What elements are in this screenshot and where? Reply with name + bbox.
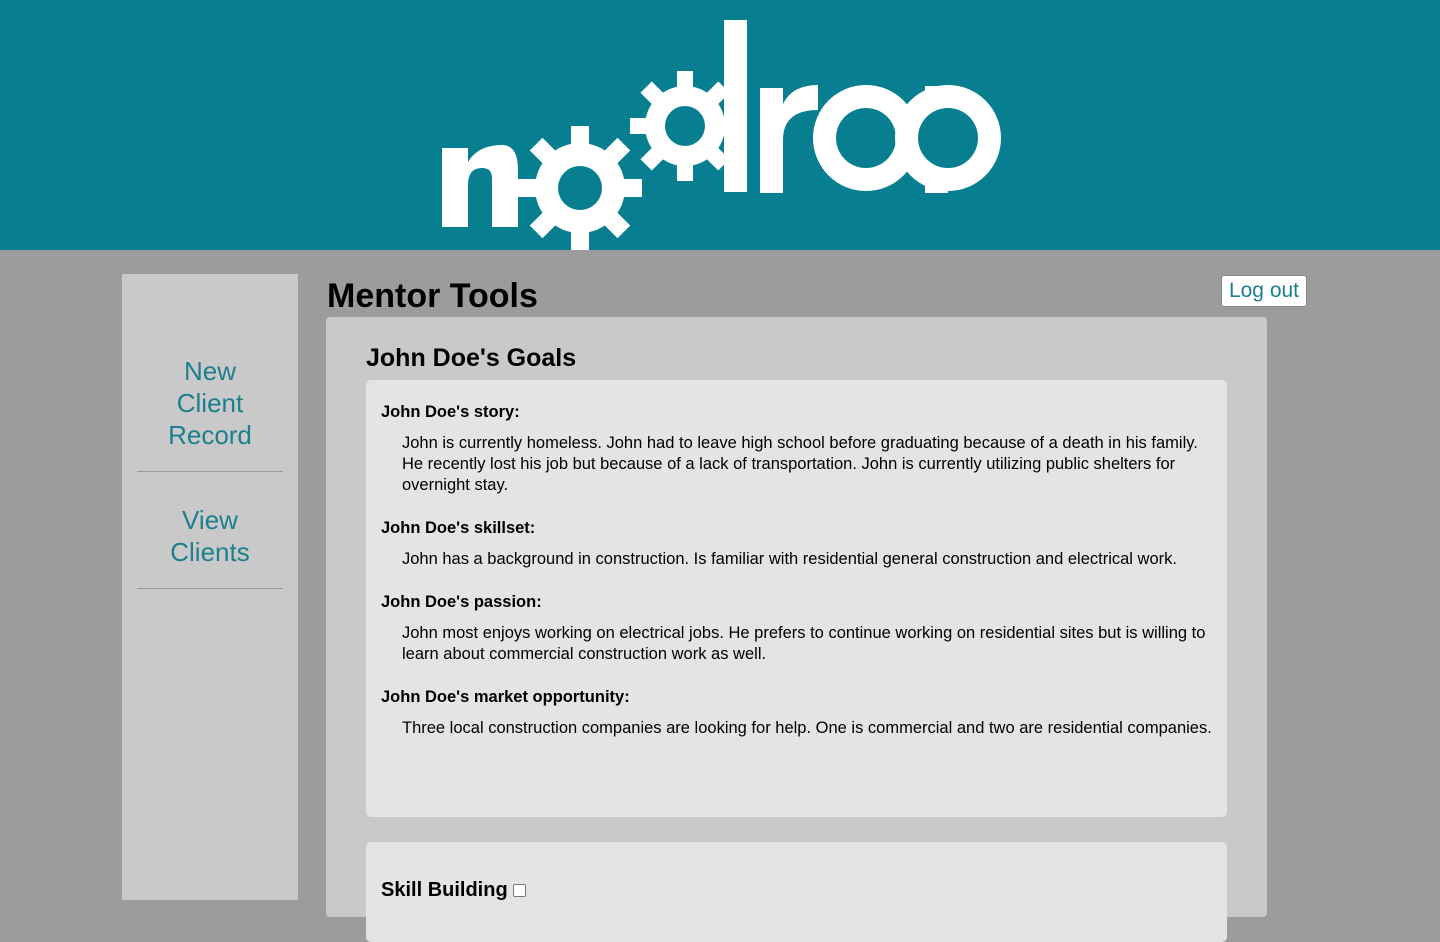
goal-section-passion: John Doe's passion: John most enjoys wor… xyxy=(381,592,1212,665)
sidebar: New Client Record View Clients xyxy=(122,274,298,900)
logo-letter-r xyxy=(760,85,818,193)
logo-gear-small xyxy=(630,71,740,181)
section-label: John Doe's market opportunity: xyxy=(381,688,630,706)
section-label: John Doe's story: xyxy=(381,403,520,421)
goal-section-market-opportunity: John Doe's market opportunity: Three loc… xyxy=(381,687,1212,739)
skill-building-checkbox[interactable] xyxy=(512,884,526,897)
skill-building-label: Skill Building xyxy=(381,879,508,901)
logout-button[interactable]: Log out xyxy=(1221,275,1307,307)
skill-building-card: Skill Building xyxy=(366,842,1227,942)
goal-section-skillset: John Doe's skillset: John has a backgrou… xyxy=(381,518,1212,570)
section-label: John Doe's passion: xyxy=(381,593,542,611)
sidebar-item-label: View Clients xyxy=(170,505,250,567)
section-text: John is currently homeless. John had to … xyxy=(402,434,1198,494)
main-panel: John Doe's Goals John Doe's story: John … xyxy=(326,317,1267,942)
logo-d-stem xyxy=(724,20,747,192)
site-header xyxy=(0,0,1440,250)
goal-section-story: John Doe's story: John is currently home… xyxy=(381,402,1212,496)
sidebar-item-view-clients[interactable]: View Clients xyxy=(137,472,283,589)
nodrop-logo xyxy=(442,20,1001,250)
goals-title: John Doe's Goals xyxy=(366,344,577,372)
section-label: John Doe's skillset: xyxy=(381,519,536,537)
page-title: Mentor Tools xyxy=(327,277,538,315)
section-text: John most enjoys working on electrical j… xyxy=(402,624,1206,663)
skill-building-heading: Skill Building xyxy=(381,878,526,902)
sidebar-item-label: New Client Record xyxy=(168,356,252,450)
logo-letter-p xyxy=(895,85,1001,193)
section-text: Three local construction companies are l… xyxy=(402,719,1212,737)
sidebar-item-new-client-record[interactable]: New Client Record xyxy=(137,355,283,472)
logo-gear-large xyxy=(518,126,642,250)
goals-card: John Doe's story: John is currently home… xyxy=(366,380,1227,817)
section-text: John has a background in construction. I… xyxy=(402,550,1177,568)
logo-letter-n xyxy=(442,145,518,227)
